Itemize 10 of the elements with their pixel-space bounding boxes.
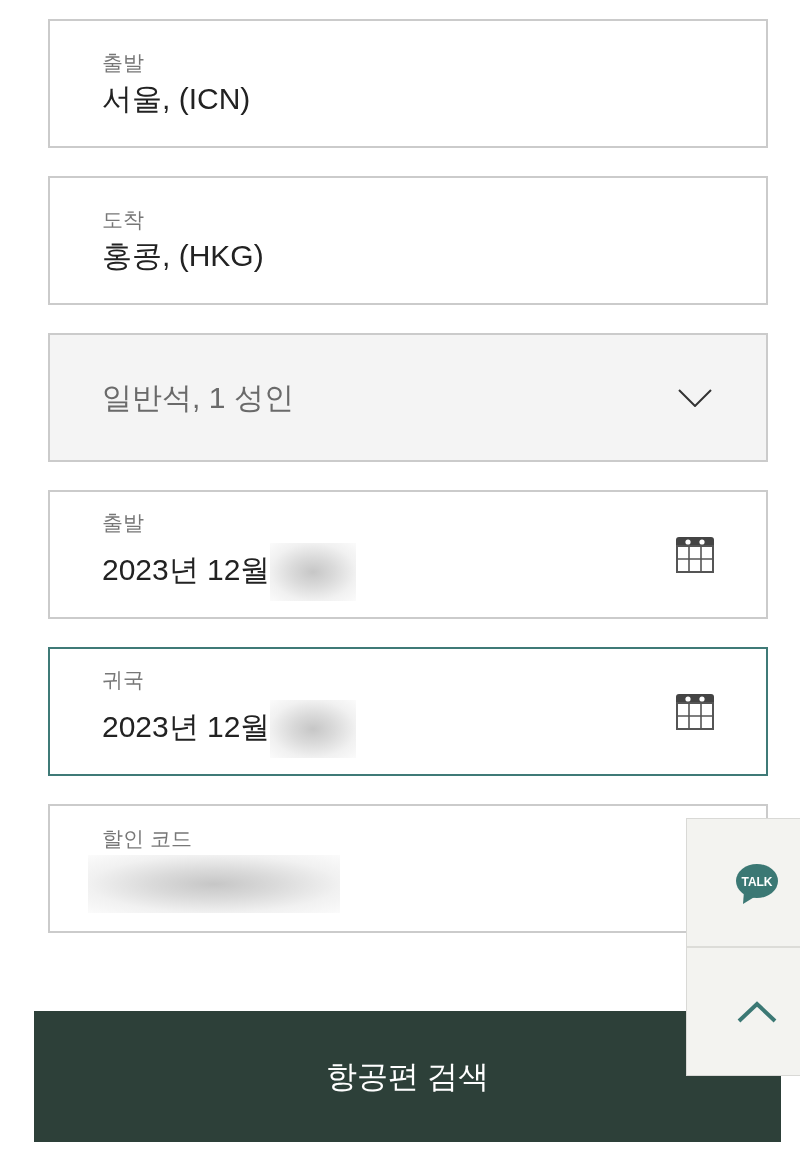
field-value: 홍콩, (HKG) <box>102 237 264 274</box>
field-label: 귀국 <box>102 666 144 693</box>
field-value: 2023년 12월 <box>102 551 271 588</box>
field-label: 출발 <box>102 49 144 76</box>
field-label: 할인 코드 <box>102 825 192 852</box>
field-value: 2023년 12월 <box>102 708 271 745</box>
field-value: 서울, (ICN) <box>102 80 251 117</box>
field-label: 출발 <box>102 509 144 536</box>
field-value: 일반석, 1 성인 <box>102 379 294 416</box>
field-label: 도착 <box>102 206 144 233</box>
